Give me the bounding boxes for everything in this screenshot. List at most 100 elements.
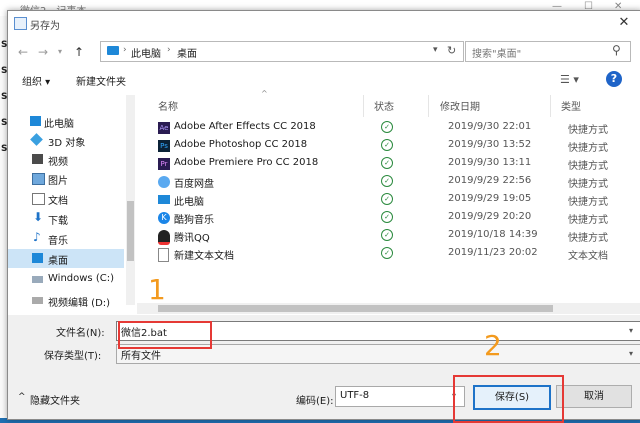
nav-item-music[interactable]: ♪ 音乐 [8,229,124,248]
search-input[interactable]: 搜索"桌面" [472,45,521,60]
nav-item-label: 此电脑 [44,119,74,130]
file-type: 快捷方式 [568,161,608,172]
file-row[interactable]: Ps Adobe Photoshop CC 2018 ✓ 2019/9/30 1… [158,137,640,155]
toolbar: 组织 ▾ 新建文件夹 ☰ ▾ ? [8,69,640,93]
file-row[interactable]: 此电脑 ✓ 2019/9/29 19:05 快捷方式 [158,191,640,209]
file-name: 酷狗音乐 [174,215,214,226]
nav-item-pictures[interactable]: 图片 [8,169,124,188]
file-name: 腾讯QQ [174,233,210,244]
column-header-type[interactable]: 类型 [561,98,581,113]
organize-button[interactable]: 组织 ▾ [22,73,50,88]
nav-item-label: 视频编辑 (D:) [48,298,111,309]
sync-ok-icon: ✓ [381,139,393,151]
help-icon[interactable]: ? [606,71,622,87]
up-arrow-icon[interactable]: ↑ [74,45,84,59]
drive-icon [32,297,43,304]
nav-item-drive-d[interactable]: 视频编辑 (D:) [8,291,124,310]
navigation-scrollbar[interactable] [126,95,135,305]
refresh-icon[interactable]: ↻ [447,44,456,57]
sync-ok-icon: ✓ [381,211,393,223]
save-as-dialog: 另存为 ✕ ← → ▾ ↑ › 此电脑 › 桌面 ▾ ↻ 搜索"桌面" ⚲ 组织… [7,10,640,423]
column-header-status[interactable]: 状态 [374,98,394,113]
file-row[interactable]: 腾讯QQ ✓ 2019/10/18 14:39 快捷方式 [158,227,640,245]
address-bar[interactable]: › 此电脑 › 桌面 ▾ ↻ [100,41,464,62]
sync-ok-icon: ✓ [381,157,393,169]
nav-item-desktop[interactable]: 桌面 [8,249,124,268]
sort-ascending-icon: ^ [261,89,268,98]
encoding-select[interactable]: UTF-8 ▾ [335,386,465,407]
breadcrumb-this-pc[interactable]: 此电脑 [131,45,161,60]
file-date: 2019/9/29 19:05 [448,193,532,204]
file-row[interactable]: Pr Adobe Premiere Pro CC 2018 ✓ 2019/9/3… [158,155,640,173]
nav-item-label: Windows (C:) [48,273,114,284]
kugou-icon: K [158,212,170,224]
hide-folders-button[interactable]: 隐藏文件夹 [30,392,80,407]
search-box[interactable]: 搜索"桌面" ⚲ [465,41,631,62]
sync-ok-icon: ✓ [381,193,393,205]
computer-icon [30,116,41,126]
computer-icon [158,195,170,204]
file-date: 2019/10/18 14:39 [448,229,538,240]
video-icon [32,154,43,164]
back-arrow-icon[interactable]: ← [18,45,28,59]
nav-item-this-pc[interactable]: 此电脑 [8,112,124,131]
annotation-highlight-filename [118,321,212,349]
column-divider[interactable] [363,95,364,117]
chevron-up-icon[interactable]: ^ [18,392,26,402]
cancel-button[interactable]: 取消 [556,385,632,408]
baidu-netdisk-icon [158,176,170,188]
documents-icon [32,193,45,205]
breadcrumb-separator-icon: › [167,45,171,55]
chevron-down-icon[interactable]: ▾ [433,45,438,55]
file-type: 快捷方式 [568,233,608,244]
column-header-date[interactable]: 修改日期 [440,98,480,113]
nav-item-drive-c[interactable]: Windows (C:) [8,270,124,289]
nav-item-documents[interactable]: 文档 [8,189,124,208]
file-type: 快捷方式 [568,197,608,208]
chevron-down-icon[interactable]: ▾ [629,326,633,335]
annotation-number-2: 2 [484,329,502,362]
file-name: 此电脑 [174,197,204,208]
file-date: 2019/9/29 20:20 [448,211,532,222]
nav-item-label: 文档 [48,196,68,207]
view-options-icon[interactable]: ☰ ▾ [560,73,579,86]
recent-locations-icon[interactable]: ▾ [58,47,62,56]
premiere-icon: Pr [158,158,170,170]
after-effects-icon: Ae [158,122,170,134]
breadcrumb-desktop[interactable]: 桌面 [177,45,197,60]
new-folder-button[interactable]: 新建文件夹 [76,73,126,88]
nav-item-3d-objects[interactable]: 3D 对象 [8,131,124,150]
column-divider[interactable] [550,95,551,117]
qq-icon [158,230,170,245]
file-name: 新建文本文档 [174,251,234,262]
file-type: 快捷方式 [568,179,608,190]
navigation-scrollbar-thumb[interactable] [127,201,134,261]
horizontal-scrollbar-thumb[interactable] [158,305,553,312]
search-icon[interactable]: ⚲ [612,43,621,57]
annotation-highlight-save [453,375,564,423]
nav-item-downloads[interactable]: ⬇ 下载 [8,209,124,228]
nav-item-label: 下载 [48,216,68,227]
column-divider[interactable] [428,95,429,117]
file-type: 快捷方式 [568,215,608,226]
column-header-name[interactable]: 名称 [158,98,178,113]
text-file-icon [158,248,169,262]
annotation-number-1: 1 [148,273,166,306]
file-type: 快捷方式 [568,125,608,136]
file-row[interactable]: Ae Adobe After Effects CC 2018 ✓ 2019/9/… [158,119,640,137]
photoshop-icon: Ps [158,140,170,152]
computer-icon [107,46,119,55]
file-date: 2019/9/30 13:11 [448,157,532,168]
nav-item-videos[interactable]: 视频 [8,150,124,169]
file-row[interactable]: 新建文本文档 ✓ 2019/11/23 20:02 文本文档 [158,245,640,263]
file-date: 2019/9/30 13:52 [448,139,532,150]
dialog-title: 另存为 [30,21,60,32]
file-row[interactable]: K 酷狗音乐 ✓ 2019/9/29 20:20 快捷方式 [158,209,640,227]
download-icon: ⬇ [33,210,44,224]
file-row[interactable]: 百度网盘 ✓ 2019/9/29 22:56 快捷方式 [158,173,640,191]
chevron-down-icon[interactable]: ▾ [629,349,633,358]
dialog-close-button[interactable]: ✕ [613,14,635,32]
forward-arrow-icon[interactable]: → [38,45,48,59]
file-date: 2019/11/23 20:02 [448,247,538,258]
nav-item-label: 桌面 [48,256,68,267]
